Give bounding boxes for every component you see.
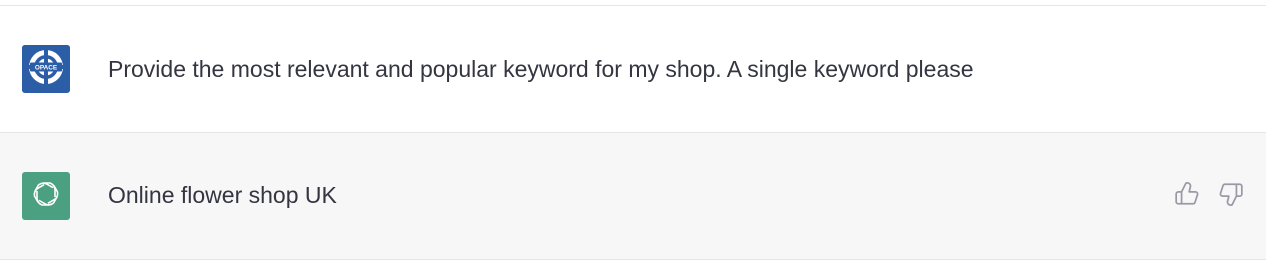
thumbs-down-button[interactable] bbox=[1218, 181, 1244, 212]
thumbs-up-icon bbox=[1174, 181, 1200, 212]
assistant-message: Online flower shop UK bbox=[0, 133, 1266, 260]
feedback-actions bbox=[1174, 181, 1244, 212]
user-message: OPACE Provide the most relevant and popu… bbox=[0, 6, 1266, 133]
user-message-text: Provide the most relevant and popular ke… bbox=[108, 56, 974, 82]
user-avatar: OPACE bbox=[22, 45, 70, 93]
thumbs-up-button[interactable] bbox=[1174, 181, 1200, 212]
opace-logo-text: OPACE bbox=[35, 64, 58, 71]
opace-logo-icon: OPACE bbox=[22, 45, 70, 93]
assistant-message-text: Online flower shop UK bbox=[108, 182, 337, 208]
conversation-thread: OPACE Provide the most relevant and popu… bbox=[0, 0, 1266, 262]
thumbs-down-icon bbox=[1218, 181, 1244, 212]
openai-logo-icon bbox=[29, 177, 63, 216]
assistant-avatar bbox=[22, 172, 70, 220]
